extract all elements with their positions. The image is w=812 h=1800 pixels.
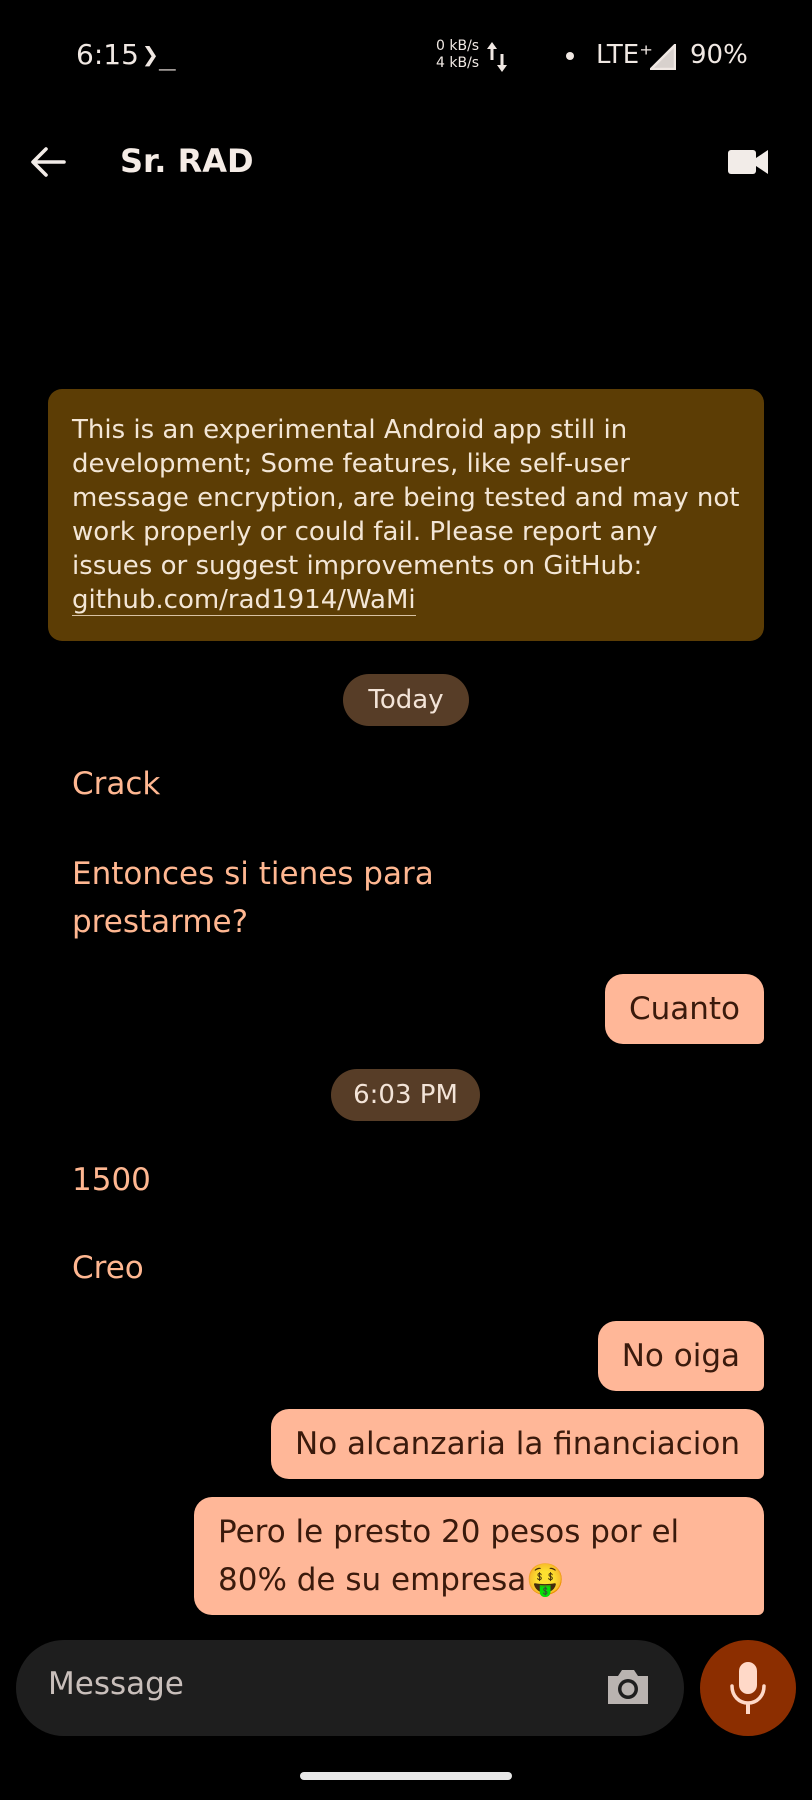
outgoing-message[interactable]: Cuanto bbox=[604, 974, 764, 1044]
net-up-speed: 0 kB/s bbox=[436, 38, 480, 54]
outgoing-message[interactable]: No oiga bbox=[597, 1321, 764, 1391]
notification-dot-icon bbox=[566, 52, 574, 60]
outgoing-message[interactable]: No alcanzaria la financiacion bbox=[271, 1409, 764, 1479]
signal-icon bbox=[650, 44, 676, 70]
incoming-message[interactable]: Entonces si tienes para prestarme? bbox=[72, 850, 492, 946]
net-down-speed: 4 kB/s bbox=[436, 55, 480, 71]
message-composer[interactable]: Message bbox=[16, 1640, 684, 1736]
data-transfer-icon bbox=[487, 42, 507, 72]
date-chip-today: Today bbox=[343, 674, 469, 726]
message-input-placeholder[interactable]: Message bbox=[48, 1666, 184, 1702]
experimental-notice: This is an experimental Android app stil… bbox=[48, 389, 764, 641]
time-chip: 6:03 PM bbox=[331, 1069, 480, 1121]
incoming-message[interactable]: Crack bbox=[72, 760, 160, 808]
home-indicator[interactable] bbox=[300, 1772, 512, 1780]
video-call-icon[interactable] bbox=[726, 142, 770, 182]
network-speed: 0 kB/s 4 kB/s bbox=[436, 38, 479, 72]
notice-text: This is an experimental Android app stil… bbox=[72, 415, 740, 581]
voice-record-button[interactable] bbox=[700, 1640, 796, 1736]
network-type: LTE⁺ bbox=[596, 40, 653, 70]
incoming-message[interactable]: Creo bbox=[72, 1244, 144, 1292]
contact-name[interactable]: Sr. RAD bbox=[120, 142, 254, 180]
microphone-icon bbox=[730, 1662, 766, 1714]
status-time: 6:15 bbox=[76, 38, 139, 71]
terminal-icon: ❯_ bbox=[142, 38, 176, 71]
status-bar: 6:15 ❯_ 0 kB/s 4 kB/s LTE⁺ 90% bbox=[0, 0, 812, 116]
github-link[interactable]: github.com/rad1914/WaMi bbox=[72, 585, 416, 616]
arrow-back-icon[interactable] bbox=[24, 138, 72, 186]
incoming-message[interactable]: 1500 bbox=[72, 1156, 151, 1204]
outgoing-message[interactable]: Pero le presto 20 pesos por el 80% de su… bbox=[194, 1497, 764, 1615]
app-bar: Sr. RAD bbox=[0, 120, 812, 204]
battery-level: 90% bbox=[690, 40, 748, 70]
camera-icon[interactable] bbox=[604, 1666, 652, 1708]
